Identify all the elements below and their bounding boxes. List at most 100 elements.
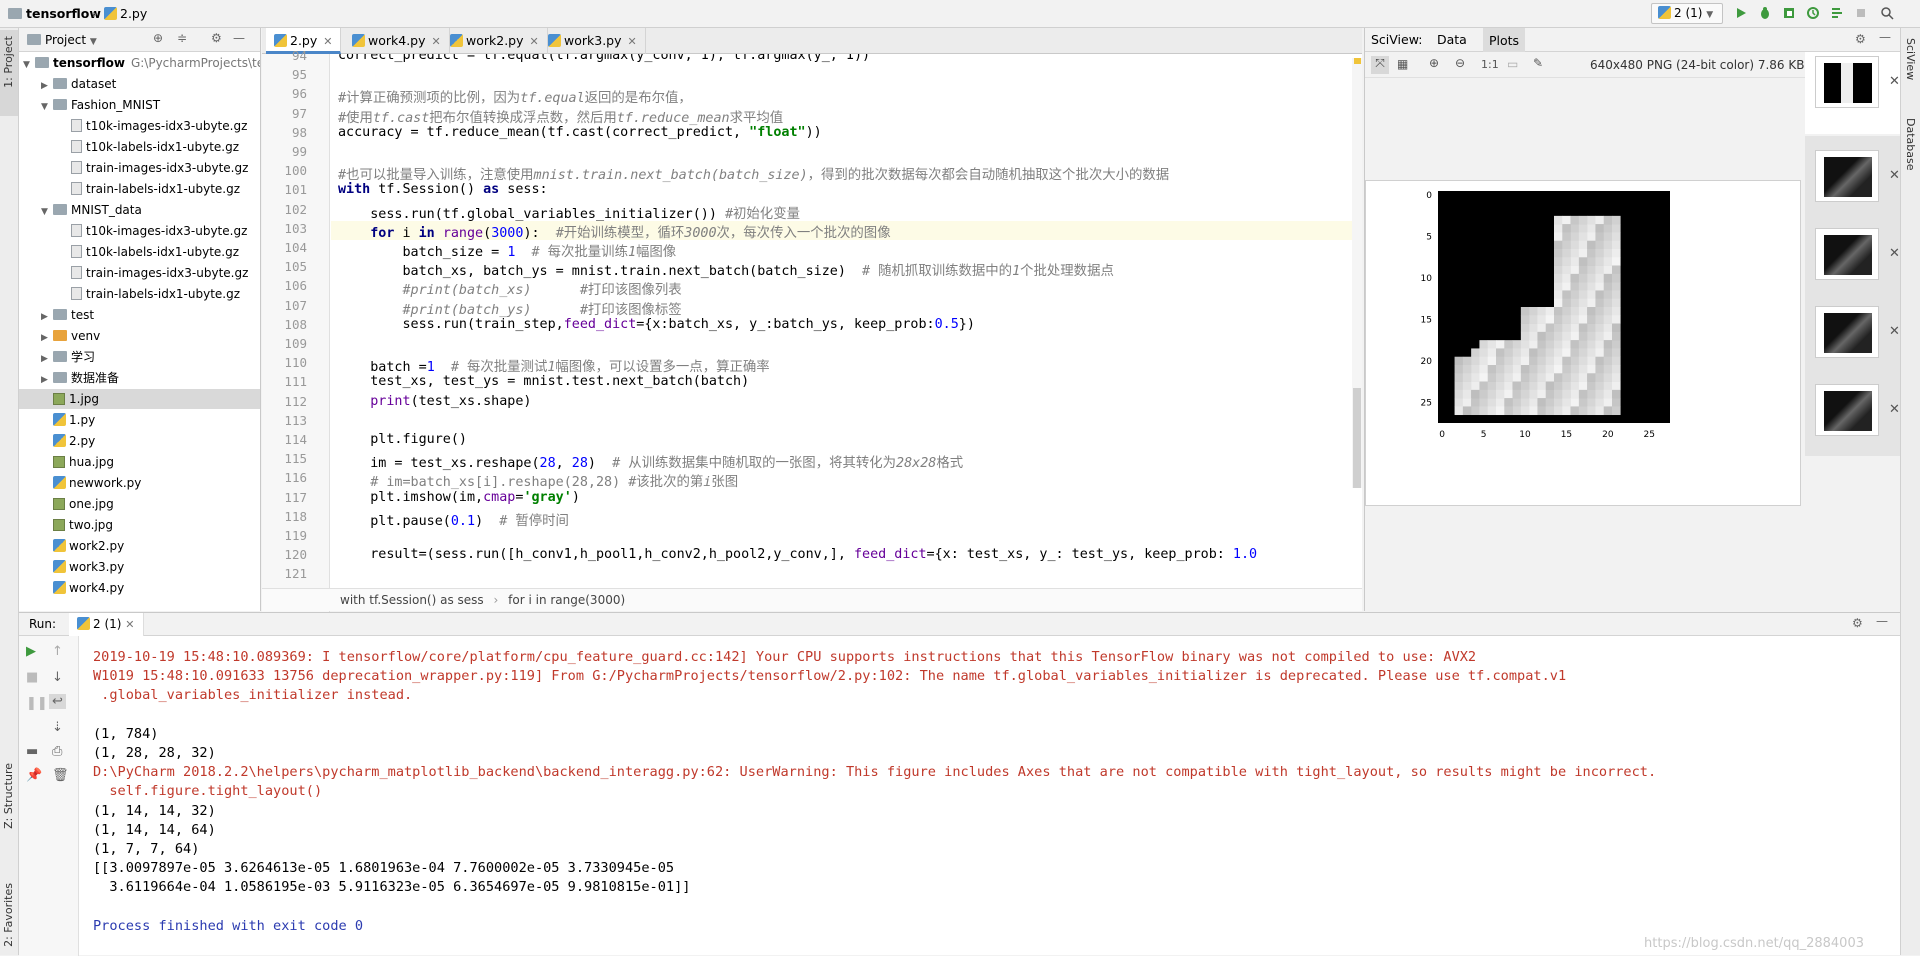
close-tab-icon[interactable]: ✕ <box>432 35 441 48</box>
tab-work2-py[interactable]: work2.py ✕ <box>442 28 548 54</box>
down-icon[interactable]: ↓ <box>52 670 63 685</box>
code-line[interactable]: #也可以批量导入训练，注意使用mnist.train.next_batch(ba… <box>338 163 1169 183</box>
expand-arrow-icon[interactable]: ▶ <box>41 349 53 369</box>
tree-item[interactable]: ▼ tensorflow G:\PycharmProjects\te <box>19 53 260 73</box>
print-icon[interactable]: ⎙ <box>52 744 62 759</box>
fit-icon[interactable]: ⤧ <box>1371 56 1389 74</box>
project-breadcrumb[interactable]: tensorflow <box>8 6 101 21</box>
console-output[interactable]: 2019-10-19 15:48:10.089369: I tensorflow… <box>93 648 1656 936</box>
tree-item[interactable]: hua.jpg <box>19 452 260 472</box>
tree-item[interactable]: ▼ Fashion_MNIST <box>19 95 260 115</box>
target-icon[interactable]: ⊕ <box>153 31 163 45</box>
breadcrumb-for-loop[interactable]: for i in range(3000) <box>508 593 625 607</box>
tree-item[interactable]: t10k-images-idx3-ubyte.gz <box>19 221 260 241</box>
tree-item[interactable]: 1.py <box>19 410 260 430</box>
tree-item[interactable]: one.jpg <box>19 494 260 514</box>
expand-arrow-icon[interactable]: ▼ <box>41 97 53 117</box>
code-line[interactable]: #使用tf.cast把布尔值转换成浮点数，然后用tf.reduce_mean求平… <box>338 106 783 126</box>
expand-arrow-icon[interactable]: ▶ <box>41 370 53 390</box>
close-thumbnail-icon[interactable]: ✕ <box>1889 168 1900 183</box>
code-line[interactable]: batch_size = 1 # 每次批量训练1幅图像 <box>338 240 676 260</box>
rerun-icon[interactable]: ▶ <box>26 644 36 659</box>
clear-icon[interactable]: 🗑 <box>52 768 69 783</box>
code-line[interactable]: result=(sess.run([h_conv1,h_pool1,h_conv… <box>338 547 1257 562</box>
code-line[interactable]: sess.run(train_step,feed_dict={x:batch_x… <box>338 317 974 332</box>
color-picker-icon[interactable]: ✎ <box>1533 56 1543 70</box>
code-line[interactable]: correct_predict = tf.equal(tf.argmax(y_c… <box>338 54 870 63</box>
tab-work4-py[interactable]: work4.py ✕ <box>344 28 450 54</box>
code-line[interactable]: im = test_xs.reshape(28, 28) # 从训练数据集中随机… <box>338 451 963 471</box>
project-tool-tab[interactable]: 1: Project <box>0 30 18 116</box>
tree-item[interactable]: work4.py <box>19 578 260 598</box>
gear-icon[interactable]: ⚙ <box>211 31 222 45</box>
tab-data[interactable]: Data <box>1437 32 1467 47</box>
tree-item[interactable]: work3.py <box>19 557 260 577</box>
plot-thumbnail[interactable] <box>1815 228 1879 280</box>
file-breadcrumb[interactable]: 2.py <box>104 6 147 21</box>
close-thumbnail-icon[interactable]: ✕ <box>1889 74 1900 89</box>
code-line[interactable]: accuracy = tf.reduce_mean(tf.cast(correc… <box>338 125 822 140</box>
code-line[interactable]: plt.figure() <box>338 432 467 447</box>
tab-work3-py[interactable]: work3.py ✕ <box>540 28 646 54</box>
code-line[interactable]: test_xs, test_ys = mnist.test.next_batch… <box>338 374 749 389</box>
hide-icon[interactable]: — <box>1879 30 1891 44</box>
tree-item[interactable]: ▶ 数据准备 <box>19 368 260 388</box>
tree-item[interactable]: ▶ 学习 <box>19 347 260 367</box>
expand-arrow-icon[interactable]: ▶ <box>41 307 53 327</box>
code-line[interactable]: # im=batch_xs[i].reshape(28,28) #该批次的第i张… <box>338 470 738 490</box>
tree-item[interactable]: ▼ MNIST_data <box>19 200 260 220</box>
code-line[interactable]: #计算正确预测项的比例，因为tf.equal返回的是布尔值， <box>338 86 692 106</box>
tree-item[interactable]: train-labels-idx1-ubyte.gz <box>19 284 260 304</box>
coverage-icon[interactable] <box>1782 6 1796 20</box>
expand-arrow-icon[interactable]: ▼ <box>41 202 53 222</box>
code-line[interactable]: sess.run(tf.global_variables_initializer… <box>338 202 800 222</box>
tree-item[interactable]: two.jpg <box>19 515 260 535</box>
grid-icon[interactable]: ▦ <box>1397 57 1408 71</box>
tree-item[interactable]: t10k-images-idx3-ubyte.gz <box>19 116 260 136</box>
project-view-select[interactable]: Project <box>45 33 86 47</box>
tree-item[interactable]: t10k-labels-idx1-ubyte.gz <box>19 137 260 157</box>
debug-icon[interactable] <box>1758 6 1772 20</box>
pause-icon[interactable]: ❚❚ <box>26 696 48 711</box>
layout-icon[interactable]: ▬ <box>26 744 38 759</box>
stop-icon[interactable]: ■ <box>26 670 38 685</box>
close-tab-icon[interactable]: ✕ <box>323 35 332 48</box>
plot-thumbnail[interactable] <box>1815 384 1879 436</box>
plot-thumbnail[interactable] <box>1815 306 1879 358</box>
tree-item[interactable]: ▶ dataset <box>19 74 260 94</box>
hide-icon[interactable]: — <box>233 31 245 45</box>
tree-item[interactable]: newwork.py <box>19 473 260 493</box>
scroll-to-end-icon[interactable]: ⇣ <box>52 720 63 735</box>
collapse-icon[interactable]: ≑ <box>177 31 187 45</box>
profile-icon[interactable] <box>1806 6 1820 20</box>
run-tab[interactable]: 2 (1) ✕ <box>69 613 144 636</box>
search-everywhere-icon[interactable] <box>1880 6 1894 20</box>
close-tab-icon[interactable]: ✕ <box>530 35 539 48</box>
tree-item[interactable]: train-images-idx3-ubyte.gz <box>19 263 260 283</box>
expand-arrow-icon[interactable]: ▶ <box>41 328 53 348</box>
close-thumbnail-icon[interactable]: ✕ <box>1889 402 1900 417</box>
run-icon[interactable] <box>1734 6 1748 20</box>
editor-scrollbar[interactable] <box>1352 58 1362 488</box>
code-line[interactable]: batch =1 # 每次批量测试1幅图像，可以设置多一点，算正确率 <box>338 355 769 375</box>
code-line[interactable]: plt.pause(0.1) # 暂停时间 <box>338 509 569 529</box>
expand-arrow-icon[interactable]: ▶ <box>41 76 53 96</box>
tree-item[interactable]: ▶ test <box>19 305 260 325</box>
tree-item[interactable]: 2.py <box>19 431 260 451</box>
up-icon[interactable]: ↑ <box>52 644 63 659</box>
expand-arrow-icon[interactable]: ▼ <box>23 55 35 75</box>
plot-thumbnail[interactable] <box>1815 150 1879 202</box>
zoom-out-icon[interactable]: ⊖ <box>1455 56 1465 70</box>
pin-icon[interactable]: 📌 <box>26 768 42 783</box>
concurrency-icon[interactable] <box>1830 6 1844 20</box>
sciview-tool-label[interactable]: SciView <box>1904 38 1917 80</box>
tree-item[interactable]: train-images-idx3-ubyte.gz <box>19 158 260 178</box>
run-config-select[interactable]: 2 (1) ▼ <box>1651 3 1723 24</box>
code-line[interactable]: for i in range(3000): #开始训练模型，循环3000次，每次… <box>338 221 890 241</box>
code-area[interactable]: correct_predict = tf.equal(tf.argmax(y_c… <box>262 54 1362 588</box>
tree-item[interactable]: ▶ venv <box>19 326 260 346</box>
tree-item[interactable]: work2.py <box>19 536 260 556</box>
soft-wrap-icon[interactable]: ↩ <box>49 694 66 709</box>
code-line[interactable]: batch_xs, batch_ys = mnist.train.next_ba… <box>338 259 1113 279</box>
code-line[interactable]: with tf.Session() as sess: <box>338 182 548 197</box>
